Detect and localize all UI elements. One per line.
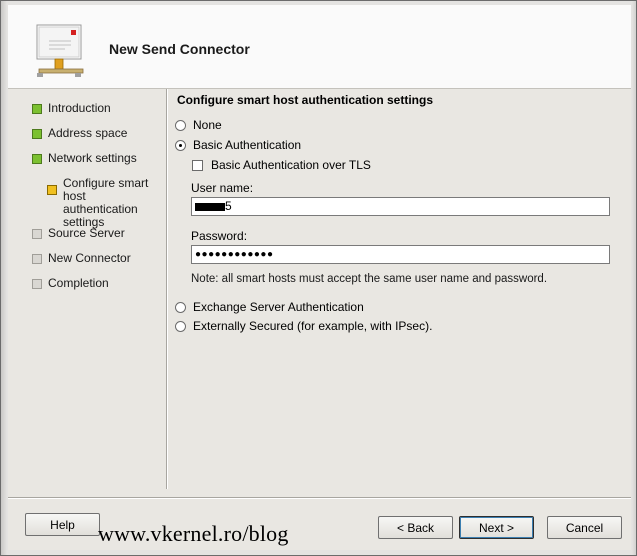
radio-label: Basic Authentication: [193, 138, 302, 152]
radio-button[interactable]: [175, 301, 186, 313]
nav-step-address-space: Address space: [32, 127, 127, 140]
nav-step-label: Address space: [48, 126, 128, 140]
footer-divider: [8, 497, 631, 499]
checkbox[interactable]: [192, 159, 203, 171]
section-title: Configure smart host authentication sett…: [177, 93, 434, 107]
radio-label: None: [193, 118, 222, 132]
redacted-username: [195, 202, 225, 211]
password-input[interactable]: ●●●●●●●●●●●●: [191, 245, 610, 264]
nav-step-label: Completion: [48, 276, 109, 290]
step-complete-icon: [32, 154, 42, 164]
checkbox-label: Basic Authentication over TLS: [211, 158, 371, 172]
next-button[interactable]: Next >: [459, 516, 534, 539]
radio-label: Exchange Server Authentication: [193, 300, 364, 314]
radio-basic-authentication[interactable]: Basic Authentication: [175, 138, 301, 152]
nav-step-introduction: Introduction: [32, 102, 111, 115]
radio-exchange-server-auth[interactable]: Exchange Server Authentication: [175, 300, 364, 314]
step-pending-icon: [32, 254, 42, 264]
back-button[interactable]: < Back: [378, 516, 453, 539]
checkbox-basic-auth-tls[interactable]: Basic Authentication over TLS: [192, 158, 371, 172]
radio-none[interactable]: None: [175, 118, 222, 132]
nav-step-completion: Completion: [32, 277, 109, 290]
nav-step-label: Configure smart host authentication sett…: [63, 176, 149, 229]
radio-label: Externally Secured (for example, with IP…: [193, 319, 433, 333]
nav-step-source-server: Source Server: [32, 227, 125, 240]
watermark-text: www.vkernel.ro/blog: [98, 521, 289, 546]
nav-divider: [166, 89, 168, 489]
smart-host-note: Note: all smart hosts must accept the sa…: [191, 273, 548, 285]
step-complete-icon: [32, 129, 42, 139]
step-current-icon: [47, 185, 57, 195]
wizard-window: New Send Connector Introduction Address …: [0, 0, 637, 556]
cancel-button[interactable]: Cancel: [547, 516, 622, 539]
radio-button[interactable]: [175, 320, 186, 332]
nav-step-label: Network settings: [48, 151, 137, 165]
nav-step-label: Introduction: [48, 101, 111, 115]
step-pending-icon: [32, 279, 42, 289]
page-title: New Send Connector: [109, 41, 250, 57]
nav-step-label: Source Server: [48, 226, 125, 240]
wizard-steps-nav: Introduction Address space Network setti…: [8, 89, 166, 489]
wizard-client-area: New Send Connector Introduction Address …: [8, 5, 631, 550]
nav-step-new-connector: New Connector: [32, 252, 131, 265]
wizard-header: New Send Connector: [8, 5, 631, 89]
nav-step-network-settings: Network settings: [32, 152, 137, 165]
password-label: Password:: [191, 229, 248, 243]
username-value: 5: [225, 199, 232, 213]
step-complete-icon: [32, 104, 42, 114]
nav-step-label: New Connector: [48, 251, 131, 265]
help-button[interactable]: Help: [25, 513, 100, 536]
radio-externally-secured[interactable]: Externally Secured (for example, with IP…: [175, 319, 432, 333]
radio-button[interactable]: [175, 119, 186, 131]
nav-step-smart-host-auth: Configure smart host authentication sett…: [47, 177, 163, 229]
username-input[interactable]: 5: [191, 197, 610, 216]
radio-button-selected[interactable]: [175, 139, 186, 151]
step-pending-icon: [32, 229, 42, 239]
send-connector-icon: [36, 24, 84, 77]
username-label: User name:: [191, 181, 254, 195]
